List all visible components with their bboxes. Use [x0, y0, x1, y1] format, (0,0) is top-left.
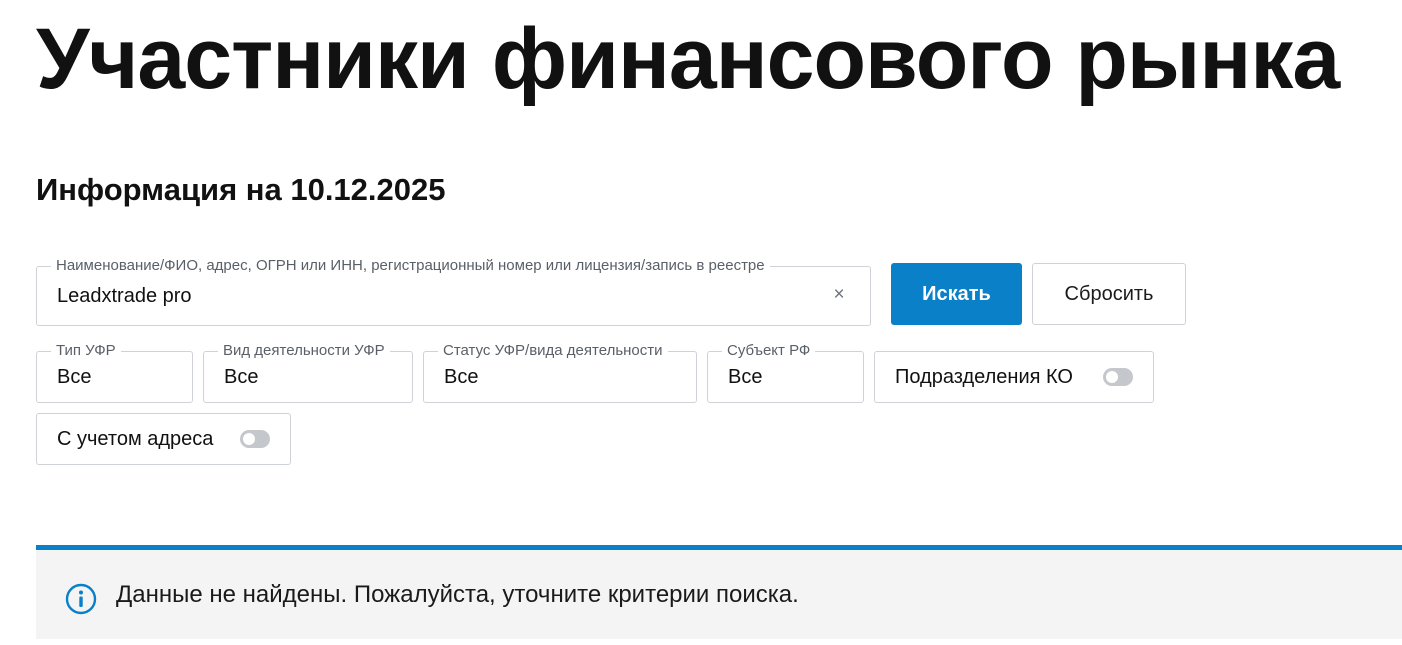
filter-label: Вид деятельности УФР: [218, 343, 390, 359]
search-field[interactable]: Наименование/ФИО, адрес, ОГРН или ИНН, р…: [36, 258, 871, 326]
search-button[interactable]: Искать: [891, 263, 1022, 325]
filter-activity-type[interactable]: Вид деятельности УФР Все: [203, 343, 413, 403]
filter-value: Все: [444, 366, 479, 388]
info-icon: [65, 583, 97, 615]
filter-label: Субъект РФ: [722, 343, 816, 359]
toggle-switch[interactable]: [1103, 368, 1133, 386]
filter-value: Все: [224, 366, 259, 388]
search-input[interactable]: Leadxtrade pro: [57, 285, 192, 308]
filter-label: Тип УФР: [51, 343, 121, 359]
filter-status[interactable]: Статус УФР/вида деятельности Все: [423, 343, 697, 403]
toggle-switch[interactable]: [240, 430, 270, 448]
page-title: Участники финансового рынка: [36, 11, 1340, 107]
info-date-heading: Информация на 10.12.2025: [36, 172, 446, 207]
reset-button[interactable]: Сбросить: [1032, 263, 1186, 325]
filter-label: Статус УФР/вида деятельности: [438, 343, 668, 359]
filter-value: Все: [728, 366, 763, 388]
no-results-message: Данные не найдены. Пожалуйста, уточните …: [116, 581, 799, 608]
toggle-knob: [1106, 371, 1118, 383]
toggle-with-address[interactable]: С учетом адреса: [36, 413, 291, 465]
toggle-label: Подразделения КО: [895, 366, 1073, 388]
no-results-notice: Данные не найдены. Пожалуйста, уточните …: [36, 550, 1402, 639]
filter-region[interactable]: Субъект РФ Все: [707, 343, 864, 403]
filter-ufr-type[interactable]: Тип УФР Все: [36, 343, 193, 403]
toggle-ko-divisions[interactable]: Подразделения КО: [874, 351, 1154, 403]
search-field-legend: Наименование/ФИО, адрес, ОГРН или ИНН, р…: [51, 258, 770, 274]
toggle-label: С учетом адреса: [57, 428, 214, 450]
filter-value: Все: [57, 366, 92, 388]
toggle-knob: [243, 433, 255, 445]
clear-icon[interactable]: ×: [830, 284, 848, 306]
